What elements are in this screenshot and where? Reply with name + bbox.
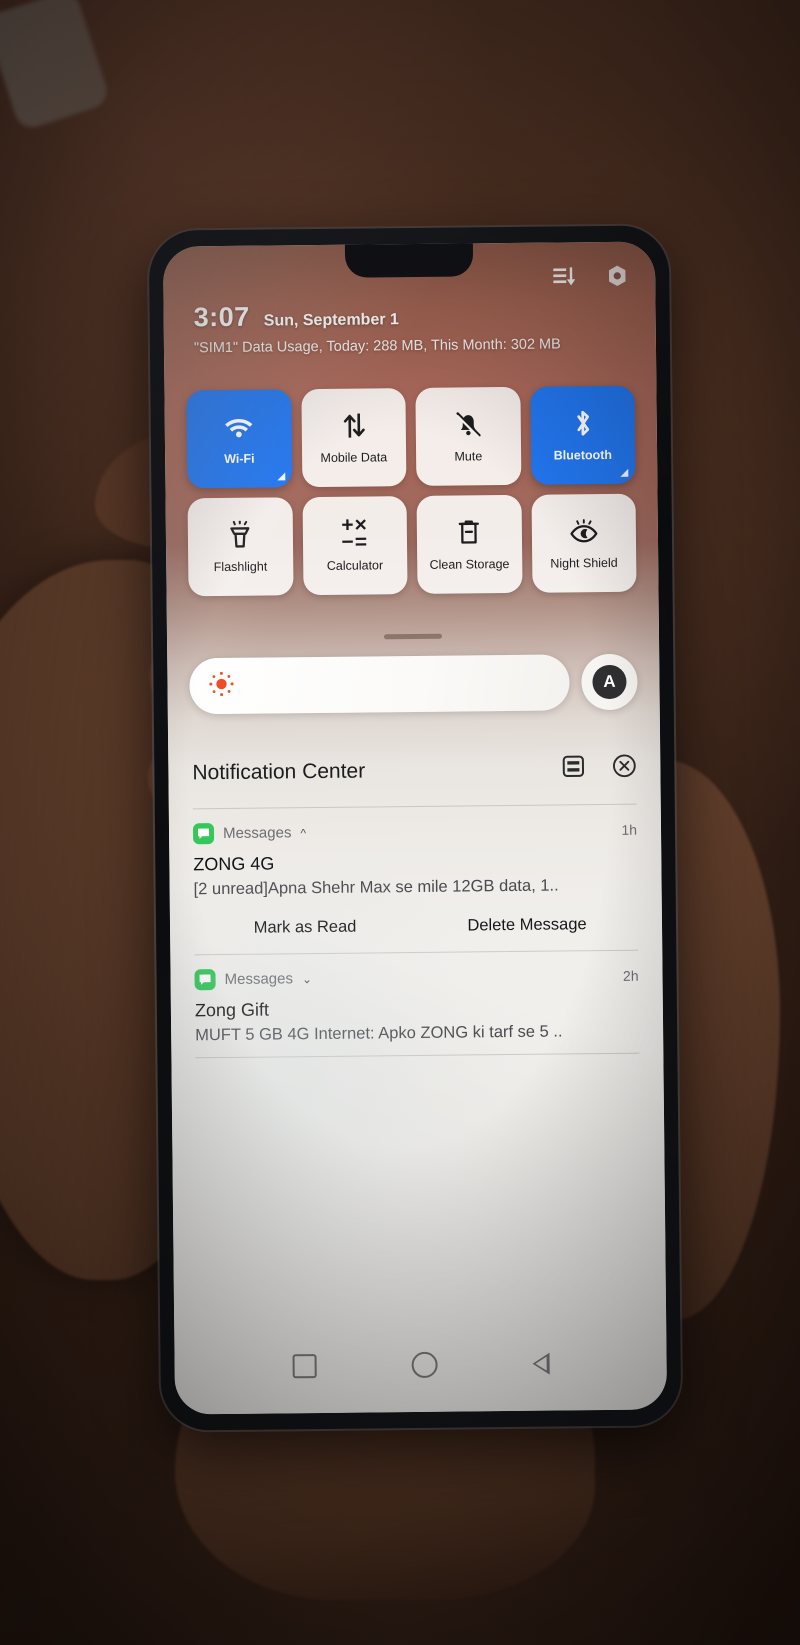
notification-item[interactable]: Messages ⌄ 2h Zong Gift MUFT 5 GB 4G Int… <box>194 950 640 1059</box>
quick-settings-row-1: Wi-Fi Mobile Data Mute Bluetooth <box>186 385 636 489</box>
trash-clean-icon <box>457 517 481 547</box>
brightness-row: A <box>189 653 638 715</box>
sort-filter-icon[interactable] <box>553 266 576 291</box>
bluetooth-icon <box>571 408 593 438</box>
notification-body: MUFT 5 GB 4G Internet: Apko ZONG ki tarf… <box>195 1022 563 1045</box>
tile-label: Calculator <box>326 558 384 573</box>
cable-object <box>0 0 112 132</box>
notification-title: ZONG 4G <box>193 853 275 875</box>
quick-settings-grid: Wi-Fi Mobile Data Mute Bluetooth Flashli… <box>164 385 658 606</box>
mobile-data-icon <box>340 410 366 440</box>
notification-body: [2 unread]Apna Shehr Max se mile 12GB da… <box>193 876 559 899</box>
bell-mute-icon <box>454 409 481 439</box>
notification-list: Messages ^ 1h ZONG 4G [2 unread]Apna She… <box>192 803 640 1059</box>
tile-expand-corner[interactable] <box>276 472 285 481</box>
tile-clean-storage[interactable]: Clean Storage <box>416 494 523 594</box>
flashlight-icon <box>227 519 253 549</box>
brightness-sun-icon <box>207 669 235 702</box>
status-header-icons <box>553 264 629 294</box>
photo-background: 3:07 Sun, September 1 "SIM1" Data Usage,… <box>0 0 800 1645</box>
home-circle-button[interactable] <box>410 1351 438 1379</box>
chevron-up-icon[interactable]: ^ <box>300 826 306 840</box>
quick-settings-row-2: Flashlight +× −= Calculator Clean Storag… <box>187 493 637 597</box>
settings-gear-icon[interactable] <box>605 264 629 293</box>
tile-flashlight[interactable]: Flashlight <box>187 497 294 597</box>
notification-center-actions <box>562 754 636 784</box>
tile-mobile-data[interactable]: Mobile Data <box>300 388 407 488</box>
notification-actions: Mark as Read Delete Message <box>194 915 638 943</box>
screen-notch <box>344 242 474 278</box>
date-text: Sun, September 1 <box>263 311 399 330</box>
tile-expand-corner[interactable] <box>620 468 629 477</box>
notification-title: Zong Gift <box>194 999 270 1021</box>
notification-time: 1h <box>621 821 638 838</box>
tile-label: Clean Storage <box>429 556 510 572</box>
notification-center-title: Notification Center <box>192 759 366 784</box>
tile-label: Bluetooth <box>553 447 613 463</box>
notification-time: 2h <box>622 967 639 984</box>
tile-wifi[interactable]: Wi-Fi <box>186 389 292 489</box>
tile-bluetooth[interactable]: Bluetooth <box>529 385 636 485</box>
notification-item[interactable]: Messages ^ 1h ZONG 4G [2 unread]Apna She… <box>192 803 639 956</box>
clear-all-icon[interactable] <box>612 754 636 783</box>
shade-drag-handle[interactable] <box>383 633 443 640</box>
messages-bubble-icon <box>194 969 216 991</box>
recents-square-button[interactable] <box>292 1354 317 1379</box>
tile-label: Wi-Fi <box>224 451 255 466</box>
auto-brightness-label: A <box>592 664 627 700</box>
tile-calculator[interactable]: +× −= Calculator <box>302 496 408 596</box>
delete-message-button[interactable]: Delete Message <box>416 915 638 936</box>
phone-screen: 3:07 Sun, September 1 "SIM1" Data Usage,… <box>162 241 668 1415</box>
tile-night-shield[interactable]: Night Shield <box>531 493 637 593</box>
tile-label: Mute <box>454 449 483 464</box>
brightness-slider[interactable] <box>189 654 570 715</box>
night-shield-eye-icon <box>568 516 598 546</box>
calculator-icon: +× −= <box>341 513 369 554</box>
messages-bubble-icon <box>192 823 215 845</box>
tile-label: Night Shield <box>550 555 618 571</box>
mark-as-read-button[interactable]: Mark as Read <box>194 917 416 938</box>
notification-center-header: Notification Center <box>192 754 636 788</box>
clock-text: 3:07 <box>193 301 250 333</box>
notification-header: Messages ^ 1h <box>192 819 638 845</box>
wifi-icon <box>224 411 254 441</box>
back-triangle-button[interactable] <box>532 1353 549 1375</box>
tile-label: Mobile Data <box>320 450 388 465</box>
smartphone-device: 3:07 Sun, September 1 "SIM1" Data Usage,… <box>148 225 682 1431</box>
notification-header: Messages ⌄ 2h <box>194 965 639 991</box>
notification-settings-icon[interactable] <box>562 755 585 782</box>
auto-brightness-button[interactable]: A <box>581 653 638 711</box>
tile-mute[interactable]: Mute <box>415 386 521 486</box>
notification-app-name: Messages <box>224 970 294 989</box>
tile-label: Flashlight <box>213 559 268 574</box>
chevron-down-icon[interactable]: ⌄ <box>302 972 312 986</box>
navigation-bar <box>175 1349 667 1380</box>
status-header: 3:07 Sun, September 1 "SIM1" Data Usage,… <box>163 297 656 357</box>
notification-app-name: Messages <box>222 824 292 843</box>
